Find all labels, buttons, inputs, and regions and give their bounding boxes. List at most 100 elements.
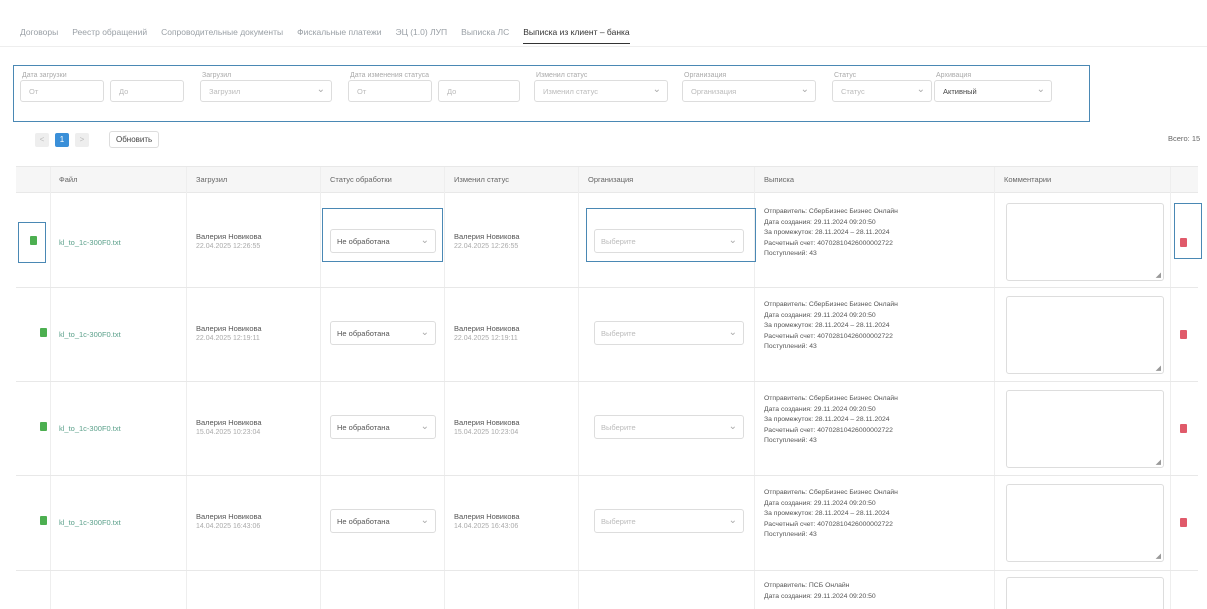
file-link[interactable]: kl_to_1c-300F0.txt	[59, 518, 121, 527]
processing-status-select[interactable]: Не обработана ⌄	[330, 321, 436, 345]
tab-client-bank-statement[interactable]: Выписка из клиент – банка	[523, 27, 630, 44]
statement-receipts: Поступлений: 43	[764, 437, 817, 445]
column-header-status: Статус обработки	[330, 175, 392, 184]
statement-account: Расчетный счет: 40702810426000002722	[764, 239, 893, 247]
statement-receipts: Поступлений: 43	[764, 343, 817, 351]
resize-grip-icon: ◢	[1155, 365, 1161, 372]
select-placeholder: Загрузил	[209, 87, 241, 96]
tab-accompanying-documents[interactable]: Сопроводительные документы	[161, 27, 283, 43]
file-icon[interactable]	[40, 422, 47, 431]
file-link[interactable]: kl_to_1c-300F0.txt	[59, 424, 121, 433]
loaded-by-name: Валерия Новикова	[196, 512, 262, 521]
select-placeholder: Изменил статус	[543, 87, 598, 96]
table-row: kl_to_1c-300F0.txt Валерия Новикова 15.0…	[16, 382, 1198, 476]
file-icon[interactable]	[40, 328, 47, 337]
organization-select[interactable]: Выберите ⌄	[594, 415, 744, 439]
statement-account: Расчетный счет: 40702810426000002722	[764, 332, 893, 340]
tab-ls-statement[interactable]: Выписка ЛС	[461, 27, 509, 43]
page-button-current[interactable]: 1	[55, 132, 69, 147]
select-placeholder: Выберите	[601, 329, 636, 338]
loaded-date: 22.04.2025 12:26:55	[196, 243, 261, 250]
chevron-down-icon: ⌄	[728, 421, 737, 432]
highlight-box	[1174, 203, 1202, 259]
resize-grip-icon: ◢	[1155, 553, 1161, 560]
statement-account: Расчетный счет: 40702810426000002722	[764, 426, 893, 434]
next-page-button[interactable]: >	[75, 132, 89, 147]
statement-created: Дата создания: 29.11.2024 09:20:50	[764, 499, 876, 507]
column-header-comments: Комментарии	[1004, 175, 1052, 184]
statement-details: Отправитель: СберБизнес Бизнес Онлайн Да…	[764, 488, 898, 541]
table-row: kl_to_1c-300F0.txt Валерия Новикова 14.0…	[16, 476, 1198, 571]
status-changed-by-select[interactable]: Изменил статус ⌄	[534, 80, 668, 102]
trash-icon[interactable]	[1180, 330, 1187, 339]
date-status-to-input[interactable]: До	[438, 80, 520, 102]
organization-select[interactable]: Организация ⌄	[682, 80, 816, 102]
changed-date: 22.04.2025 12:26:55	[454, 243, 519, 250]
file-link[interactable]: kl_to_1c-300F0.txt	[59, 330, 121, 339]
resize-grip-icon: ◢	[1155, 272, 1161, 279]
chevron-down-icon: ⌄	[316, 84, 325, 95]
chevron-down-icon: ⌄	[728, 327, 737, 338]
processing-status-select[interactable]: Не обработана ⌄	[330, 415, 436, 439]
changed-date: 15.04.2025 10:23:04	[454, 429, 519, 436]
chevron-down-icon: ⌄	[916, 84, 925, 95]
statement-sender: Отправитель: СберБизнес Бизнес Онлайн	[764, 301, 898, 308]
changed-by-name: Валерия Новикова	[454, 512, 520, 521]
statement-details: Отправитель: СберБизнес Бизнес Онлайн Да…	[764, 394, 898, 447]
date-loaded-from-input[interactable]: От	[20, 80, 104, 102]
statement-period: За промежуток: 28.11.2024 – 28.11.2024	[764, 322, 890, 330]
date-status-from-input[interactable]: От	[348, 80, 432, 102]
resize-grip-icon: ◢	[1155, 459, 1161, 466]
loaded-by-name: Валерия Новикова	[196, 324, 262, 333]
statement-details: Отправитель: СберБизнес Бизнес Онлайн Да…	[764, 207, 898, 260]
refresh-button[interactable]: Обновить	[109, 131, 160, 148]
select-placeholder: Статус	[841, 87, 865, 96]
statement-created: Дата создания: 29.11.2024 09:20:50	[764, 592, 876, 600]
loaded-by-name: Валерия Новикова	[196, 232, 262, 241]
statement-account: Расчетный счет: 40702810426000002722	[764, 520, 893, 528]
column-header-loaded-by: Загрузил	[196, 175, 228, 184]
comment-textarea[interactable]: ◢	[1006, 203, 1164, 281]
statement-sender: Отправитель: СберБизнес Бизнес Онлайн	[764, 395, 898, 402]
file-link[interactable]: kl_to_1c-300F0.txt	[59, 238, 121, 247]
file-icon[interactable]	[40, 516, 47, 525]
chevron-down-icon: ⌄	[800, 84, 809, 95]
status-select[interactable]: Статус ⌄	[832, 80, 932, 102]
statement-period: За промежуток: 28.11.2024 – 28.11.2024	[764, 229, 890, 237]
statement-details: Отправитель: СберБизнес Бизнес Онлайн Да…	[764, 300, 898, 353]
statement-created: Дата создания: 29.11.2024 09:20:50	[764, 218, 876, 226]
filters-panel: Дата загрузки От До Загрузил Загрузил ⌄ …	[13, 65, 1090, 122]
tab-fiscal-payments[interactable]: Фискальные платежи	[297, 27, 381, 43]
statement-period: За промежуток: 28.11.2024 – 28.11.2024	[764, 510, 890, 518]
tab-contracts[interactable]: Договоры	[20, 27, 58, 43]
chevron-down-icon: ⌄	[1036, 84, 1045, 95]
chevron-down-icon: ⌄	[652, 84, 661, 95]
tabs-bar: Договоры Реестр обращений Сопроводительн…	[20, 24, 630, 46]
chevron-down-icon: ⌄	[728, 515, 737, 526]
archive-select[interactable]: Активный ⌄	[934, 80, 1052, 102]
date-loaded-to-input[interactable]: До	[110, 80, 184, 102]
chevron-down-icon: ⌄	[420, 421, 429, 432]
loaded-by-name: Валерия Новикова	[196, 418, 262, 427]
loaded-date: 22.04.2025 12:19:11	[196, 335, 260, 342]
organization-select[interactable]: Выберите ⌄	[594, 321, 744, 345]
comment-textarea[interactable]: ◢	[1006, 390, 1164, 468]
tabs-divider	[0, 46, 1207, 47]
column-header-changed-by: Изменил статус	[454, 175, 509, 184]
comment-textarea[interactable]	[1006, 577, 1164, 609]
comment-textarea[interactable]: ◢	[1006, 296, 1164, 374]
select-value: Активный	[943, 87, 977, 96]
organization-select[interactable]: Выберите ⌄	[594, 509, 744, 533]
column-header-statement: Выписка	[764, 175, 795, 184]
trash-icon[interactable]	[1180, 518, 1187, 527]
loaded-by-select[interactable]: Загрузил ⌄	[200, 80, 332, 102]
loaded-date: 14.04.2025 16:43:06	[196, 523, 261, 530]
tab-ec-lup[interactable]: ЭЦ (1.0) ЛУП	[395, 27, 447, 43]
comment-textarea[interactable]: ◢	[1006, 484, 1164, 562]
statement-details: Отправитель: ПСБ Онлайн Дата создания: 2…	[764, 581, 876, 602]
trash-icon[interactable]	[1180, 424, 1187, 433]
loaded-date: 15.04.2025 10:23:04	[196, 429, 261, 436]
prev-page-button[interactable]: <	[35, 132, 49, 147]
processing-status-select[interactable]: Не обработана ⌄	[330, 509, 436, 533]
tab-requests-registry[interactable]: Реестр обращений	[72, 27, 147, 43]
